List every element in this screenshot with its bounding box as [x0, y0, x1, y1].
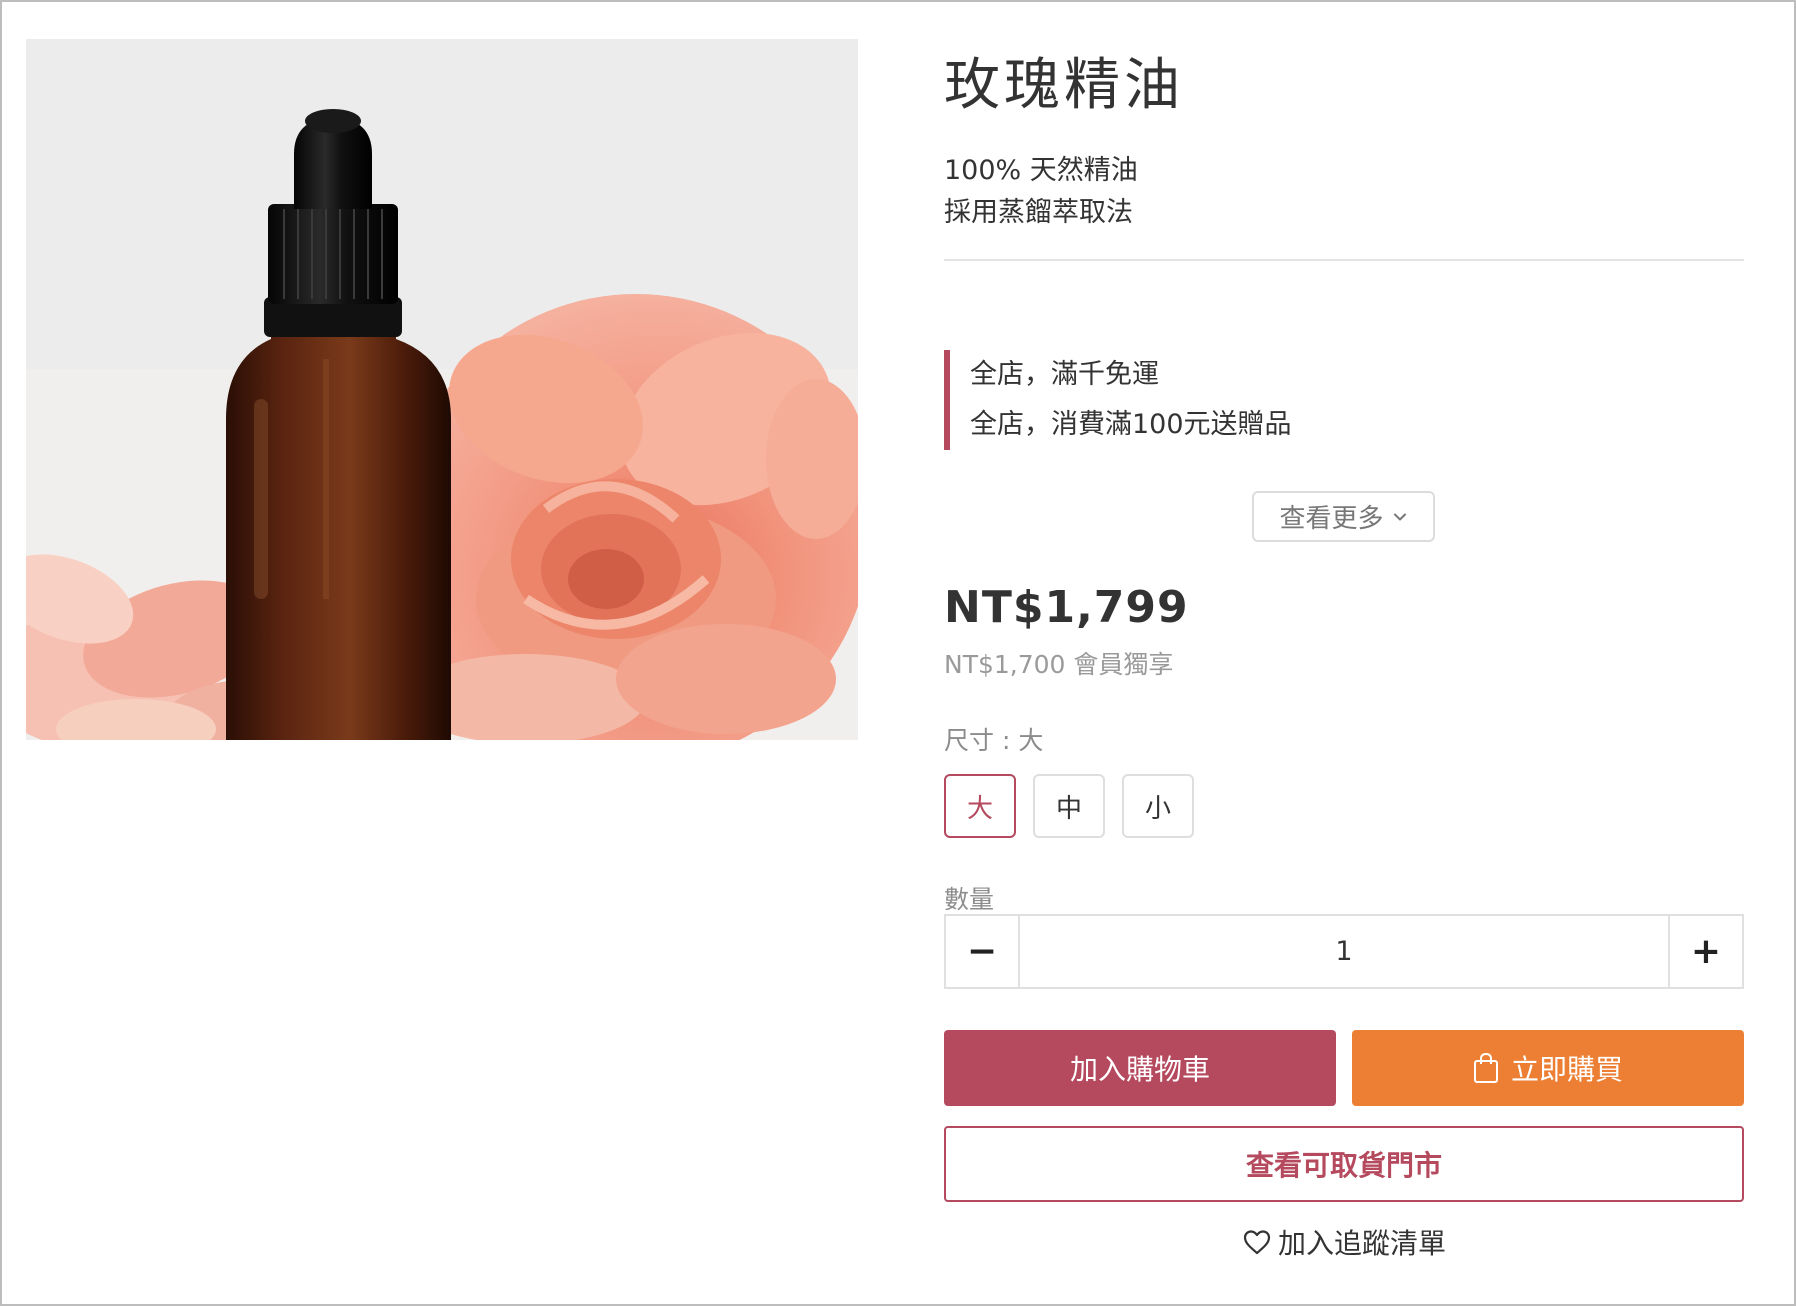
- buy-now-button[interactable]: 立即購買: [1352, 1030, 1744, 1106]
- size-label: 尺寸 : 大: [944, 726, 1044, 755]
- product-title: 玫瑰精油: [944, 53, 1184, 118]
- member-price: NT$1,700 會員獨享: [944, 650, 1174, 679]
- size-option-large[interactable]: 大: [944, 774, 1016, 838]
- view-more-label: 查看更多: [1279, 504, 1384, 534]
- rose-oil-photo-illustration: [26, 39, 858, 740]
- size-options: 大 中 小: [944, 774, 1194, 838]
- add-to-cart-label: 加入購物車: [1069, 1053, 1210, 1086]
- quantity-decrease-button[interactable]: −: [946, 916, 1020, 987]
- heart-icon: [1243, 1230, 1271, 1255]
- price: NT$1,799: [944, 582, 1189, 633]
- purchase-actions: 加入購物車 立即購買: [944, 1030, 1744, 1106]
- page-frame: 玫瑰精油 100% 天然精油 採用蒸餾萃取法 全店，滿千免運 全店，消費滿100…: [0, 0, 1796, 1306]
- description-line: 採用蒸餾萃取法: [944, 197, 1133, 228]
- wishlist-label: 加入追蹤清單: [1277, 1227, 1446, 1260]
- description-line: 100% 天然精油: [944, 155, 1138, 186]
- promotion-item: 全店，消費滿100元送贈品: [970, 409, 1292, 440]
- shopping-bag-icon: [1473, 1052, 1498, 1083]
- quantity-input[interactable]: [1020, 916, 1668, 987]
- add-to-cart-button[interactable]: 加入購物車: [944, 1030, 1336, 1106]
- size-option-medium[interactable]: 中: [1033, 774, 1105, 838]
- pickup-stores-label: 查看可取貨門市: [1245, 1149, 1442, 1182]
- chevron-down-icon: [1393, 513, 1406, 520]
- buy-now-label: 立即購買: [1510, 1053, 1623, 1086]
- quantity-stepper: − +: [944, 914, 1744, 989]
- add-to-wishlist-link[interactable]: 加入追蹤清單: [944, 1220, 1744, 1264]
- quantity-label: 數量: [944, 885, 995, 914]
- product-description: 100% 天然精油 採用蒸餾萃取法: [944, 150, 1138, 234]
- quantity-increase-button[interactable]: +: [1668, 916, 1742, 987]
- pickup-stores-button[interactable]: 查看可取貨門市: [944, 1126, 1744, 1202]
- size-option-small[interactable]: 小: [1122, 774, 1194, 838]
- promotion-item: 全店，滿千免運: [970, 359, 1159, 390]
- product-image[interactable]: [26, 39, 858, 740]
- promotions-list: 全店，滿千免運 全店，消費滿100元送贈品: [944, 350, 1544, 450]
- view-more-button[interactable]: 查看更多: [1252, 491, 1435, 542]
- divider: [944, 259, 1744, 261]
